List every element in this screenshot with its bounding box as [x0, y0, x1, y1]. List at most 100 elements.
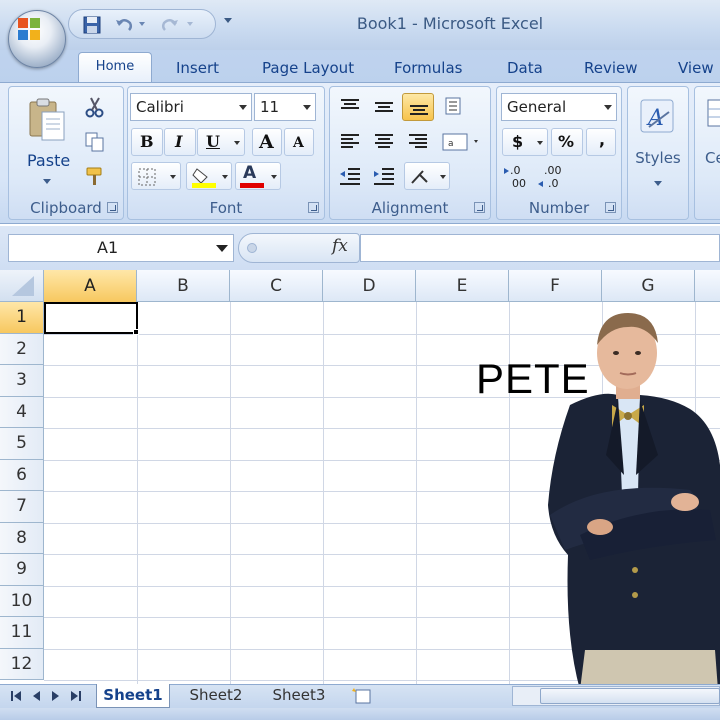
insert-function-button[interactable]: fx — [332, 236, 348, 256]
align-left-icon[interactable] — [336, 128, 364, 156]
grid-column-line — [416, 302, 417, 684]
redo-icon[interactable] — [159, 14, 181, 36]
alignment-launcher-icon[interactable] — [474, 202, 485, 213]
status-bar — [0, 708, 720, 720]
fill-handle[interactable] — [133, 329, 139, 335]
underline-dropdown-icon — [234, 141, 240, 145]
paste-icon[interactable] — [22, 94, 72, 144]
row-header-4[interactable]: 4 — [0, 396, 44, 428]
prev-sheet-icon[interactable] — [30, 689, 42, 703]
name-box-dropdown-icon[interactable] — [216, 245, 228, 252]
undo-icon[interactable] — [113, 14, 135, 36]
tab-home[interactable]: Home — [78, 52, 152, 82]
merge-center-icon[interactable]: a — [440, 128, 482, 156]
number-format-dropdown-icon — [604, 105, 612, 110]
column-header-e[interactable]: E — [416, 270, 509, 302]
tab-page-layout[interactable]: Page Layout — [256, 57, 360, 85]
currency-button[interactable]: $ — [502, 128, 548, 156]
column-header-a[interactable]: A — [44, 270, 137, 302]
number-group-label: Number — [528, 199, 590, 217]
sheet-tab-3[interactable]: Sheet3 — [262, 684, 336, 708]
currency-label: $ — [512, 132, 524, 151]
insert-sheet-icon[interactable] — [350, 686, 376, 706]
column-header-g[interactable]: G — [602, 270, 695, 302]
row-header-7[interactable]: 7 — [0, 491, 44, 523]
decrease-indent-icon[interactable] — [336, 162, 364, 190]
formula-bar-expand-icon[interactable] — [247, 243, 257, 253]
align-top-icon[interactable] — [336, 93, 364, 121]
wrap-text-button[interactable] — [404, 162, 450, 190]
align-right-icon[interactable] — [404, 128, 432, 156]
align-center-icon[interactable] — [370, 128, 398, 156]
percent-button[interactable]: % — [551, 128, 583, 156]
number-launcher-icon[interactable] — [605, 202, 616, 213]
tab-insert[interactable]: Insert — [170, 57, 225, 85]
font-name-select[interactable]: Calibri — [130, 93, 252, 121]
paste-dropdown-icon[interactable] — [43, 179, 51, 184]
redo-dropdown-icon[interactable] — [187, 22, 193, 26]
shrink-font-button[interactable]: A — [284, 128, 314, 156]
orientation-icon[interactable] — [440, 93, 468, 121]
align-bottom-button[interactable] — [402, 93, 434, 121]
row-header-3[interactable]: 3 — [0, 365, 44, 397]
tab-review[interactable]: Review — [578, 57, 644, 85]
last-sheet-icon[interactable] — [70, 689, 82, 703]
cut-icon[interactable] — [84, 96, 106, 118]
fill-color-button[interactable] — [186, 162, 232, 190]
font-size-select[interactable]: 11 — [254, 93, 316, 121]
borders-button[interactable] — [131, 162, 181, 190]
row-header-12[interactable]: 12 — [0, 648, 44, 680]
next-sheet-icon[interactable] — [50, 689, 62, 703]
increase-decimal-icon[interactable]: .000 — [502, 162, 534, 192]
borders-icon — [138, 168, 156, 186]
row-header-11[interactable]: 11 — [0, 617, 44, 649]
sheet-tab-2[interactable]: Sheet2 — [178, 684, 254, 708]
row-header-8[interactable]: 8 — [0, 522, 44, 554]
grow-font-button[interactable]: A — [252, 128, 282, 156]
styles-dropdown-icon[interactable] — [654, 181, 662, 186]
row-header-2[interactable]: 2 — [0, 333, 44, 365]
font-color-dropdown-icon — [271, 175, 277, 179]
name-box[interactable]: A1 — [8, 234, 234, 262]
column-header-b[interactable]: B — [137, 270, 230, 302]
column-header-f[interactable]: F — [509, 270, 602, 302]
paste-button[interactable]: Paste — [27, 151, 70, 170]
increase-indent-icon[interactable] — [370, 162, 398, 190]
comma-label: , — [599, 130, 606, 149]
font-color-label: A — [243, 163, 257, 183]
font-launcher-icon[interactable] — [308, 202, 319, 213]
clipboard-launcher-icon[interactable] — [107, 202, 118, 213]
first-sheet-icon[interactable] — [10, 689, 22, 703]
italic-button[interactable]: I — [164, 128, 196, 156]
column-header-d[interactable]: D — [323, 270, 416, 302]
row-header-5[interactable]: 5 — [0, 428, 44, 460]
grid-column-line — [323, 302, 324, 684]
format-painter-icon[interactable] — [84, 165, 106, 187]
copy-icon[interactable] — [84, 131, 106, 153]
align-middle-icon[interactable] — [370, 93, 398, 121]
grow-font-label: A — [259, 131, 274, 153]
comma-button[interactable]: , — [586, 128, 616, 156]
formula-input[interactable] — [360, 234, 720, 262]
percent-label: % — [558, 132, 575, 151]
row-header-10[interactable]: 10 — [0, 585, 44, 617]
tab-data[interactable]: Data — [501, 57, 549, 85]
customize-qat-icon[interactable] — [224, 18, 232, 23]
row-header-6[interactable]: 6 — [0, 459, 44, 491]
tab-formulas[interactable]: Formulas — [388, 57, 468, 85]
bold-button[interactable]: B — [131, 128, 163, 156]
tab-view[interactable]: View — [672, 57, 720, 85]
undo-dropdown-icon[interactable] — [139, 22, 145, 26]
column-header-c[interactable]: C — [230, 270, 323, 302]
underline-button[interactable]: U — [197, 128, 245, 156]
active-cell-a1[interactable] — [44, 302, 138, 334]
row-header-9[interactable]: 9 — [0, 554, 44, 586]
row-header-1[interactable]: 1 — [0, 302, 44, 334]
decrease-decimal-icon[interactable]: .00.0 — [536, 162, 568, 192]
font-color-button[interactable]: A — [235, 162, 281, 190]
save-icon[interactable] — [81, 14, 103, 36]
number-format-select[interactable]: General — [501, 93, 617, 121]
font-group-label: Font — [209, 199, 243, 217]
sheet-tab-1[interactable]: Sheet1 — [96, 684, 170, 708]
horizontal-scroll-thumb[interactable] — [540, 688, 720, 704]
